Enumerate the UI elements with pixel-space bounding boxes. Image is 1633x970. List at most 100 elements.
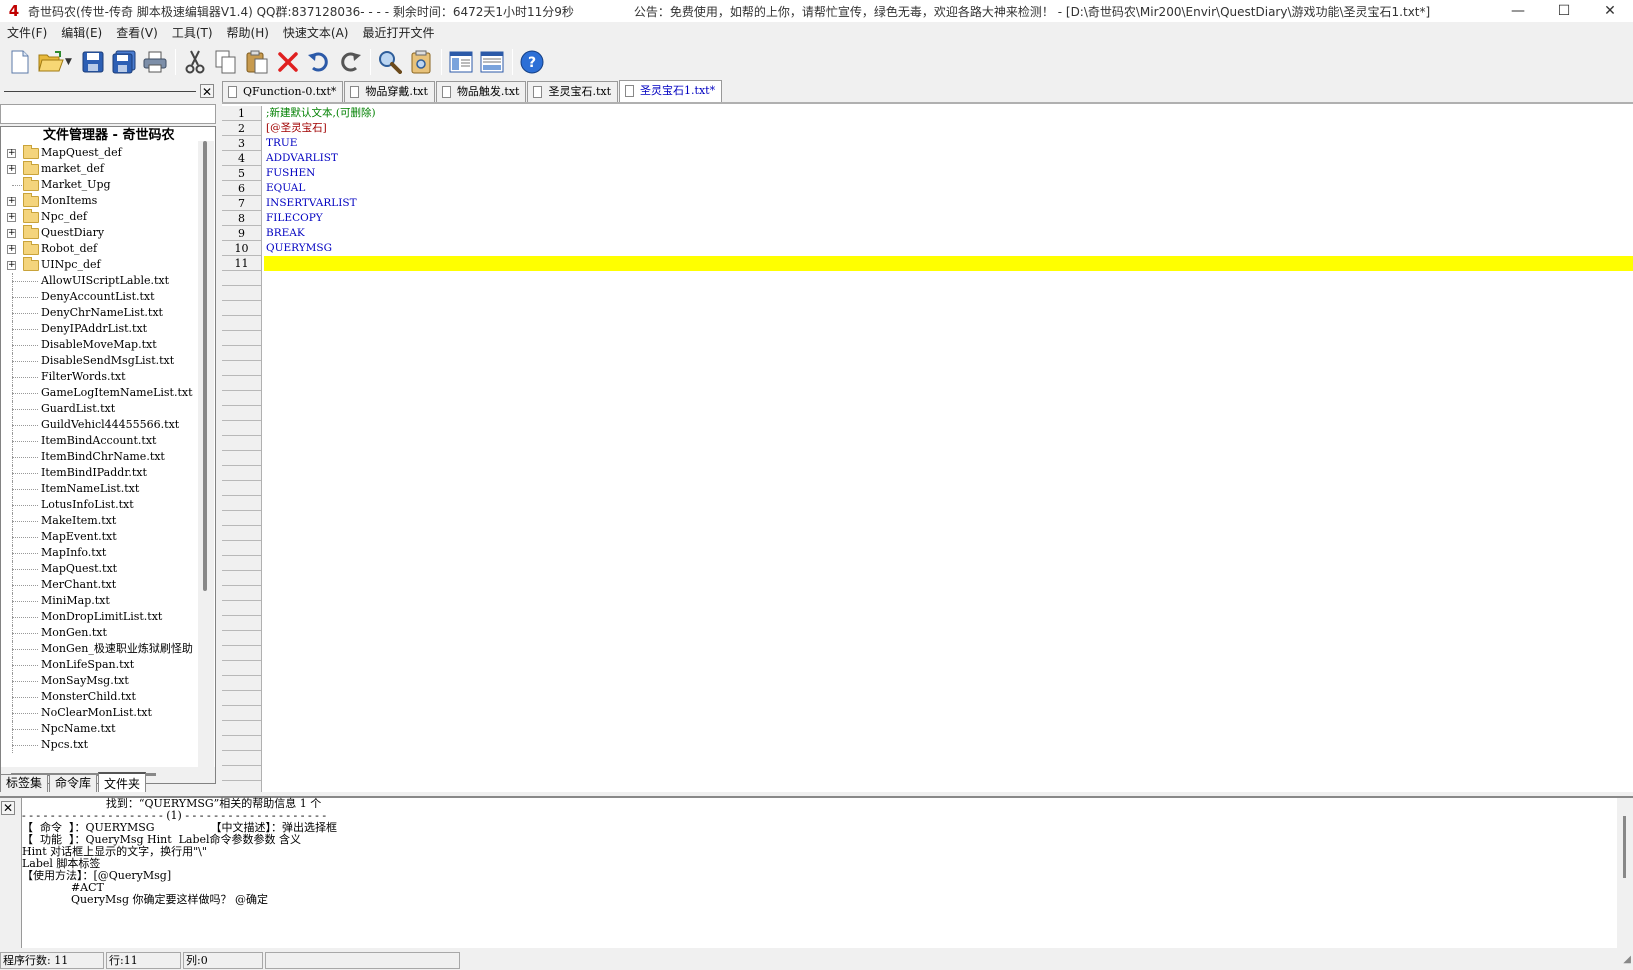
expand-icon[interactable]: +	[7, 213, 16, 222]
tree-folder-item[interactable]: + MonItems	[1, 193, 197, 209]
tree-file-item[interactable]: MerChant.txt	[1, 577, 197, 593]
code-line[interactable]: TRUE	[264, 136, 1633, 151]
tree-folder-item[interactable]: + Robot_def	[1, 241, 197, 257]
tree-file-item[interactable]: GuardList.txt	[1, 401, 197, 417]
code-line[interactable]: BREAK	[264, 226, 1633, 241]
editor-tab[interactable]: 圣灵宝石.txt	[527, 81, 619, 102]
tree-file-item[interactable]: MonLifeSpan.txt	[1, 657, 197, 673]
expand-icon[interactable]: +	[7, 261, 16, 270]
tree-file-item[interactable]: MiniMap.txt	[1, 593, 197, 609]
tree-file-item[interactable]: FilterWords.txt	[1, 369, 197, 385]
expand-icon[interactable]: +	[7, 229, 16, 238]
expand-icon[interactable]: +	[7, 149, 16, 158]
tree-file-item[interactable]: NpcName.txt	[1, 721, 197, 737]
expand-icon[interactable]: +	[7, 245, 16, 254]
code-line[interactable]: [@圣灵宝石]	[264, 121, 1633, 136]
expand-icon[interactable]: +	[7, 197, 16, 206]
menu-tools[interactable]: 工具(T)	[165, 24, 220, 41]
print-icon[interactable]	[141, 48, 169, 76]
tree-folder-item[interactable]: + market_def	[1, 161, 197, 177]
help-vscrollbar[interactable]	[1617, 798, 1633, 948]
delete-icon[interactable]	[274, 48, 302, 76]
tree-file-item[interactable]: ItemBindChrName.txt	[1, 449, 197, 465]
tree-file-item[interactable]: DenyChrNameList.txt	[1, 305, 197, 321]
tree-file-item[interactable]: DenyIPAddrList.txt	[1, 321, 197, 337]
menu-help[interactable]: 帮助(H)	[220, 24, 276, 41]
tree-file-item[interactable]: Npcs.txt	[1, 737, 197, 753]
editor-tab[interactable]: 圣灵宝石1.txt*	[619, 80, 723, 102]
menu-quick-text[interactable]: 快速文本(A)	[276, 24, 356, 41]
editor-tab[interactable]: 物品穿戴.txt	[344, 81, 435, 102]
tree-file-item[interactable]: DenyAccountList.txt	[1, 289, 197, 305]
tree-file-item[interactable]: GameLogItemNameList.txt	[1, 385, 197, 401]
tree-file-item[interactable]: AllowUIScriptLable.txt	[1, 273, 197, 289]
tree-file-item[interactable]: DisableSendMsgList.txt	[1, 353, 197, 369]
tree-file-item[interactable]: GuildVehicl44455566.txt	[1, 417, 197, 433]
file-tree[interactable]: 文件管理器 - 奇世码农 + MapQuest_def + market_def Mar…	[0, 126, 216, 784]
tree-file-item[interactable]: ItemNameList.txt	[1, 481, 197, 497]
menu-view[interactable]: 查看(V)	[109, 24, 165, 41]
resize-grip-icon[interactable]: ◢	[1617, 953, 1631, 967]
editor-tab[interactable]: 物品触发.txt	[435, 81, 527, 102]
paste-icon[interactable]	[243, 48, 271, 76]
tab-bookmarks[interactable]: 标签集	[0, 774, 49, 792]
undo-icon[interactable]	[305, 48, 333, 76]
tree-folder-item[interactable]: + UINpc_def	[1, 257, 197, 273]
copy-icon[interactable]	[212, 48, 240, 76]
tree-file-item[interactable]: ItemBindIPaddr.txt	[1, 465, 197, 481]
redo-icon[interactable]	[336, 48, 364, 76]
tree-file-item[interactable]: MapEvent.txt	[1, 529, 197, 545]
code-line[interactable]: QUERYMSG	[264, 241, 1633, 256]
code-line[interactable]: EQUAL	[264, 181, 1633, 196]
panel-bottom-icon[interactable]	[478, 48, 506, 76]
tree-file-item[interactable]: MonGen.txt	[1, 625, 197, 641]
close-help-button[interactable]: ✕	[1, 801, 15, 815]
tree-folder-item[interactable]: Market_Upg	[1, 177, 197, 193]
close-panel-button[interactable]: ✕	[200, 84, 214, 99]
code-line[interactable]: FUSHEN	[264, 166, 1633, 181]
tree-file-item[interactable]: MonSayMsg.txt	[1, 673, 197, 689]
cut-icon[interactable]	[181, 48, 209, 76]
code-editor[interactable]: ;新建默认文本,(可删除) [@圣灵宝石] TRUE ADDVARLIST FUSHEN…	[264, 106, 1633, 792]
scroll-thumb[interactable]	[203, 141, 207, 591]
expand-icon[interactable]: +	[7, 165, 16, 174]
find-replace-icon[interactable]	[407, 48, 435, 76]
open-dropdown-icon[interactable]: ▼	[65, 57, 75, 67]
editor-tab[interactable]: QFunction-0.txt*	[222, 81, 344, 102]
find-icon[interactable]	[376, 48, 404, 76]
open-folder-icon[interactable]	[37, 48, 65, 76]
tree-file-item[interactable]: MonsterChild.txt	[1, 689, 197, 705]
minimize-button[interactable]: —	[1495, 0, 1541, 22]
file-tree-vscrollbar[interactable]	[198, 141, 214, 767]
tab-command-library[interactable]: 命令库	[49, 774, 98, 792]
tree-file-item[interactable]: MonDropLimitList.txt	[1, 609, 197, 625]
menu-edit[interactable]: 编辑(E)	[54, 24, 109, 41]
save-icon[interactable]	[79, 48, 107, 76]
tree-file-item[interactable]: ItemBindAccount.txt	[1, 433, 197, 449]
save-all-icon[interactable]	[110, 48, 138, 76]
file-filter-input[interactable]	[0, 104, 216, 124]
tab-folder[interactable]: 文件夹	[98, 772, 147, 792]
code-line[interactable]: ;新建默认文本,(可删除)	[264, 106, 1633, 121]
tree-file-item[interactable]: NoClearMonList.txt	[1, 705, 197, 721]
menu-file[interactable]: 文件(F)	[0, 24, 54, 41]
code-line[interactable]	[264, 256, 1633, 271]
tree-folder-item[interactable]: + MapQuest_def	[1, 145, 197, 161]
maximize-button[interactable]: ☐	[1541, 0, 1587, 22]
tree-folder-item[interactable]: + Npc_def	[1, 209, 197, 225]
tree-file-item[interactable]: LotusInfoList.txt	[1, 497, 197, 513]
tree-file-item[interactable]: MapQuest.txt	[1, 561, 197, 577]
tree-file-item[interactable]: MapInfo.txt	[1, 545, 197, 561]
code-line[interactable]: INSERTVARLIST	[264, 196, 1633, 211]
help-icon[interactable]: ?	[518, 48, 546, 76]
scroll-thumb[interactable]	[1623, 816, 1626, 878]
new-file-icon[interactable]	[6, 48, 34, 76]
code-line[interactable]: FILECOPY	[264, 211, 1633, 226]
tree-root[interactable]: 文件管理器 - 奇世码农	[1, 127, 197, 145]
close-window-button[interactable]: ✕	[1587, 0, 1633, 22]
tree-file-item[interactable]: DisableMoveMap.txt	[1, 337, 197, 353]
tree-file-item[interactable]: MonGen_极速职业炼狱刷怪助	[1, 641, 197, 657]
tree-folder-item[interactable]: + QuestDiary	[1, 225, 197, 241]
code-line[interactable]: ADDVARLIST	[264, 151, 1633, 166]
menu-recent-files[interactable]: 最近打开文件	[355, 24, 441, 41]
